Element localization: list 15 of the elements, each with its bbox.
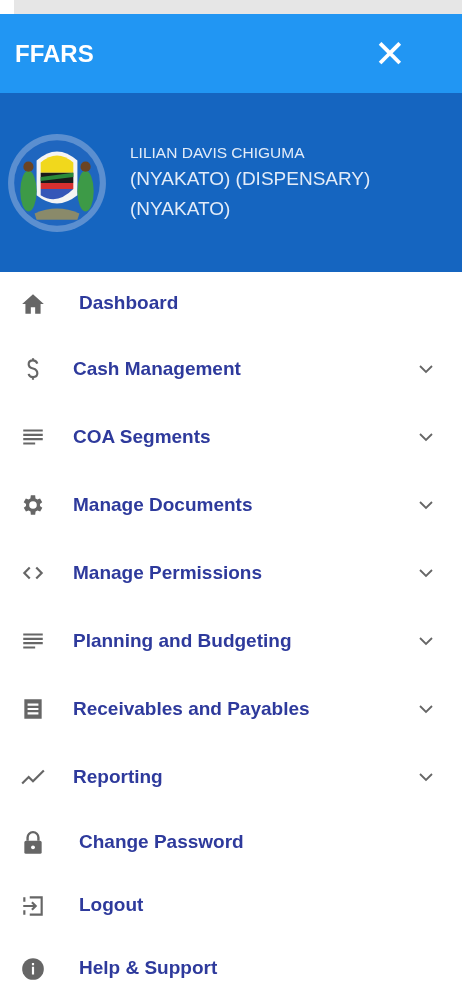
menu-group[interactable]: COA Segments [0,403,462,471]
info-icon [20,955,46,982]
menu-group[interactable]: Manage Documents [0,471,462,539]
app-title: FFARS [15,38,94,69]
menu-item[interactable]: Dashboard [0,272,462,335]
menu-group[interactable]: Reporting [0,743,462,811]
menu-group[interactable]: Receivables and Payables [0,675,462,743]
menu-item[interactable]: Change Password [0,811,462,874]
menu-group[interactable]: Manage Permissions [0,539,462,607]
menu-item[interactable]: Help & Support [0,937,462,1000]
user-name: LILIAN DAVIS CHIGUMA [130,142,306,163]
menu-item[interactable]: Logout [0,874,462,937]
menu-group[interactable]: Cash Management [0,335,462,403]
menu-group[interactable]: Planning and Budgeting [0,607,462,675]
facility-name: (NYAKATO) (DISPENSARY) (NYAKATO) [130,167,371,222]
